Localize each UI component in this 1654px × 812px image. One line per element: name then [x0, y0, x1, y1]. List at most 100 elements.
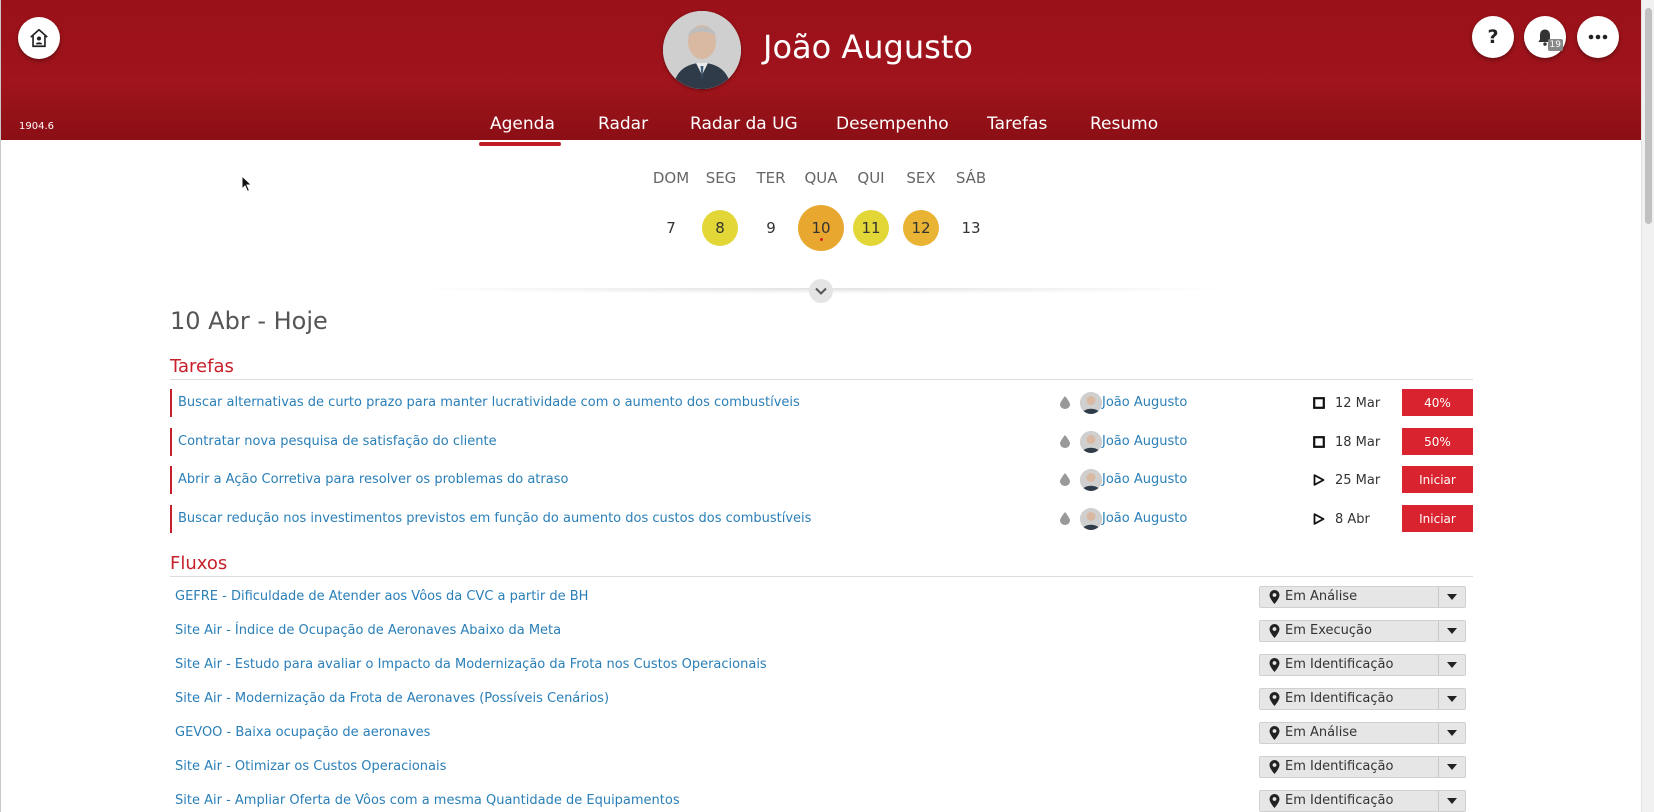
- tab-tarefas[interactable]: Tarefas: [987, 114, 1047, 134]
- caret-down-icon: [1447, 696, 1457, 702]
- flow-status-select[interactable]: Em Identificação: [1259, 790, 1466, 812]
- vertical-scrollbar[interactable]: [1641, 0, 1654, 812]
- task-progress-button[interactable]: 50%: [1402, 428, 1473, 455]
- map-pin-icon: [1269, 590, 1280, 604]
- ellipsis-icon: [1588, 34, 1608, 40]
- task-date: 12 Mar: [1335, 396, 1381, 411]
- flow-status-value: Em Análise: [1285, 725, 1358, 740]
- user-name: João Augusto: [763, 28, 973, 66]
- task-row: Abrir a Ação Corretiva para resolver os …: [170, 466, 1473, 494]
- today-marker: [820, 238, 823, 241]
- flow-title-link[interactable]: Site Air - Ampliar Oferta de Vôos com a …: [175, 793, 680, 808]
- flow-status-value: Em Análise: [1285, 589, 1358, 604]
- flow-title-link[interactable]: Site Air - Modernização da Frota de Aero…: [175, 691, 609, 706]
- task-start-button[interactable]: Iniciar: [1402, 505, 1473, 532]
- dropdown-toggle[interactable]: [1438, 723, 1465, 743]
- day-name: QUI: [857, 169, 885, 187]
- dropdown-toggle[interactable]: [1438, 655, 1465, 675]
- task-date: 18 Mar: [1335, 435, 1381, 450]
- tab-radar-ug[interactable]: Radar da UG: [690, 114, 798, 134]
- task-marker: [170, 428, 172, 456]
- day-name: TER: [756, 169, 786, 187]
- flow-status-select[interactable]: Em Análise: [1259, 722, 1466, 744]
- task-owner-link[interactable]: João Augusto: [1102, 395, 1187, 410]
- task-row: Buscar alternativas de curto prazo para …: [170, 389, 1473, 417]
- section-divider: [170, 379, 1473, 380]
- user-photo-icon: [1080, 469, 1102, 491]
- chevron-down-icon: [815, 287, 827, 295]
- day-number: 8: [715, 219, 725, 237]
- day-number: 9: [766, 219, 776, 237]
- dropdown-toggle[interactable]: [1438, 757, 1465, 777]
- map-pin-icon: [1269, 726, 1280, 740]
- scrollbar-thumb[interactable]: [1645, 8, 1652, 224]
- flow-status-select[interactable]: Em Identificação: [1259, 654, 1466, 676]
- tab-resumo[interactable]: Resumo: [1090, 114, 1158, 134]
- day-number: 11: [861, 219, 881, 237]
- user-avatar[interactable]: [663, 11, 741, 89]
- task-title-link[interactable]: Abrir a Ação Corretiva para resolver os …: [178, 472, 568, 487]
- task-title-link[interactable]: Contratar nova pesquisa de satisfação do…: [178, 434, 497, 449]
- app-frame: 1904.6 João Augusto ? 19 Agenda Radar Ra…: [0, 0, 1654, 812]
- flow-title-link[interactable]: GEFRE - Dificuldade de Atender aos Vôos …: [175, 589, 588, 604]
- day-11[interactable]: 11: [853, 210, 889, 246]
- task-start-button[interactable]: Iniciar: [1402, 466, 1473, 493]
- task-owner-link[interactable]: João Augusto: [1102, 472, 1187, 487]
- task-progress-button[interactable]: 40%: [1402, 389, 1473, 416]
- expand-week-button[interactable]: [809, 279, 833, 303]
- flow-row: Site Air - Modernização da Frota de Aero…: [170, 688, 1473, 712]
- day-10-today[interactable]: 10: [798, 205, 844, 251]
- task-title-link[interactable]: Buscar alternativas de curto prazo para …: [178, 395, 800, 410]
- home-button[interactable]: [18, 17, 60, 59]
- notifications-button[interactable]: 19: [1524, 16, 1566, 58]
- flow-status-select[interactable]: Em Identificação: [1259, 688, 1466, 710]
- caret-down-icon: [1447, 764, 1457, 770]
- day-12[interactable]: 12: [903, 210, 939, 246]
- flow-status-select[interactable]: Em Análise: [1259, 586, 1466, 608]
- drop-icon: [1060, 512, 1070, 525]
- dropdown-toggle[interactable]: [1438, 621, 1465, 641]
- map-pin-icon: [1269, 794, 1280, 808]
- user-photo-icon: [663, 11, 741, 89]
- tab-desempenho[interactable]: Desempenho: [836, 114, 949, 134]
- task-title-link[interactable]: Buscar redução nos investimentos previst…: [178, 511, 811, 526]
- flow-title-link[interactable]: Site Air - Estudo para avaliar o Impacto…: [175, 657, 767, 672]
- flow-status-select[interactable]: Em Execução: [1259, 620, 1466, 642]
- dropdown-toggle[interactable]: [1438, 587, 1465, 607]
- day-13[interactable]: 13: [948, 205, 994, 251]
- day-number: 10: [811, 219, 831, 237]
- flow-status-value: Em Identificação: [1285, 793, 1394, 808]
- flow-row: Site Air - Estudo para avaliar o Impacto…: [170, 654, 1473, 678]
- day-8[interactable]: 8: [702, 210, 738, 246]
- flow-status-value: Em Identificação: [1285, 691, 1394, 706]
- dropdown-toggle[interactable]: [1438, 791, 1465, 811]
- date-title: 10 Abr - Hoje: [170, 307, 328, 335]
- flow-status-value: Em Identificação: [1285, 759, 1394, 774]
- owner-avatar: [1080, 469, 1102, 491]
- play-icon: [1313, 474, 1325, 486]
- day-number: 7: [666, 219, 676, 237]
- day-7[interactable]: 7: [648, 205, 694, 251]
- more-options-button[interactable]: [1577, 16, 1619, 58]
- square-stop-icon: [1313, 436, 1325, 448]
- square-stop-icon: [1313, 397, 1325, 409]
- dropdown-toggle[interactable]: [1438, 689, 1465, 709]
- flow-title-link[interactable]: Site Air - Otimizar os Custos Operaciona…: [175, 759, 446, 774]
- day-name: SEX: [906, 169, 936, 187]
- day-9[interactable]: 9: [748, 205, 794, 251]
- flow-title-link[interactable]: GEVOO - Baixa ocupação de aeronaves: [175, 725, 430, 740]
- map-pin-icon: [1269, 658, 1280, 672]
- task-owner-link[interactable]: João Augusto: [1102, 511, 1187, 526]
- help-button[interactable]: ?: [1472, 16, 1514, 58]
- day-name: SÁB: [955, 169, 987, 187]
- flow-status-value: Em Identificação: [1285, 657, 1394, 672]
- task-owner-link[interactable]: João Augusto: [1102, 434, 1187, 449]
- flow-status-select[interactable]: Em Identificação: [1259, 756, 1466, 778]
- caret-down-icon: [1447, 730, 1457, 736]
- flows-section-title: Fluxos: [170, 553, 228, 574]
- tab-radar[interactable]: Radar: [598, 114, 648, 134]
- flow-title-link[interactable]: Site Air - Índice de Ocupação de Aeronav…: [175, 623, 561, 638]
- map-pin-icon: [1269, 760, 1280, 774]
- section-divider: [170, 576, 1473, 577]
- tab-agenda[interactable]: Agenda: [490, 114, 555, 134]
